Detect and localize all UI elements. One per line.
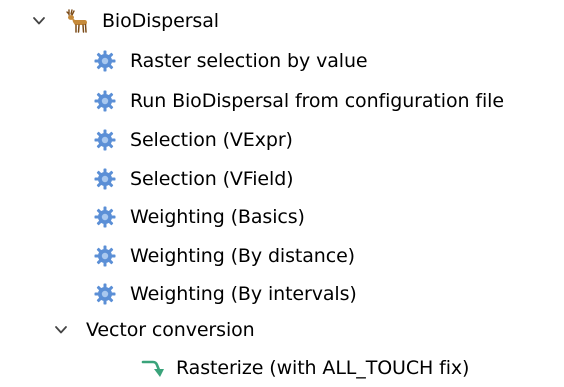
tree-item-label: Weighting (Basics): [130, 205, 305, 228]
gear-icon: [92, 127, 118, 153]
deer-icon: [64, 8, 90, 34]
tree-group-label: Vector conversion: [86, 318, 255, 341]
tree-item-selection-vfield[interactable]: Selection (VField): [92, 160, 294, 198]
processing-tree: BioDispersal Raster selection by value R…: [0, 0, 564, 387]
tree-item-label: Rasterize (with ALL_TOUCH fix): [176, 356, 470, 379]
tree-item-label: Weighting (By distance): [130, 244, 355, 267]
gear-icon: [92, 281, 118, 307]
tree-item-run-biodispersal-from-config[interactable]: Run BioDispersal from configuration file: [92, 82, 504, 120]
tree-item-label: Raster selection by value: [130, 49, 368, 72]
chevron-down-icon[interactable]: [50, 319, 72, 341]
tree-group-vector-conversion[interactable]: Vector conversion: [50, 311, 255, 349]
tree-item-rasterize-all-touch-fix[interactable]: Rasterize (with ALL_TOUCH fix): [140, 349, 469, 387]
tree-item-label: Selection (VField): [130, 167, 294, 190]
tree-item-label: Weighting (By intervals): [130, 282, 357, 305]
gear-icon: [92, 243, 118, 269]
tree-item-weighting-by-distance[interactable]: Weighting (By distance): [92, 237, 355, 275]
chevron-down-icon[interactable]: [28, 10, 50, 32]
tree-item-weighting-basics[interactable]: Weighting (Basics): [92, 198, 305, 236]
tree-item-weighting-by-intervals[interactable]: Weighting (By intervals): [92, 275, 357, 313]
tree-item-label: Run BioDispersal from configuration file: [130, 89, 504, 112]
tree-group-biodispersal[interactable]: BioDispersal: [28, 2, 219, 40]
tree-group-label: BioDispersal: [102, 9, 219, 32]
tree-item-raster-selection-by-value[interactable]: Raster selection by value: [92, 42, 368, 80]
gear-icon: [92, 204, 118, 230]
tree-item-selection-vexpr[interactable]: Selection (VExpr): [92, 121, 293, 159]
model-arrow-icon: [140, 355, 168, 381]
tree-item-label: Selection (VExpr): [130, 128, 293, 151]
gear-icon: [92, 88, 118, 114]
gear-icon: [92, 166, 118, 192]
gear-icon: [92, 48, 118, 74]
